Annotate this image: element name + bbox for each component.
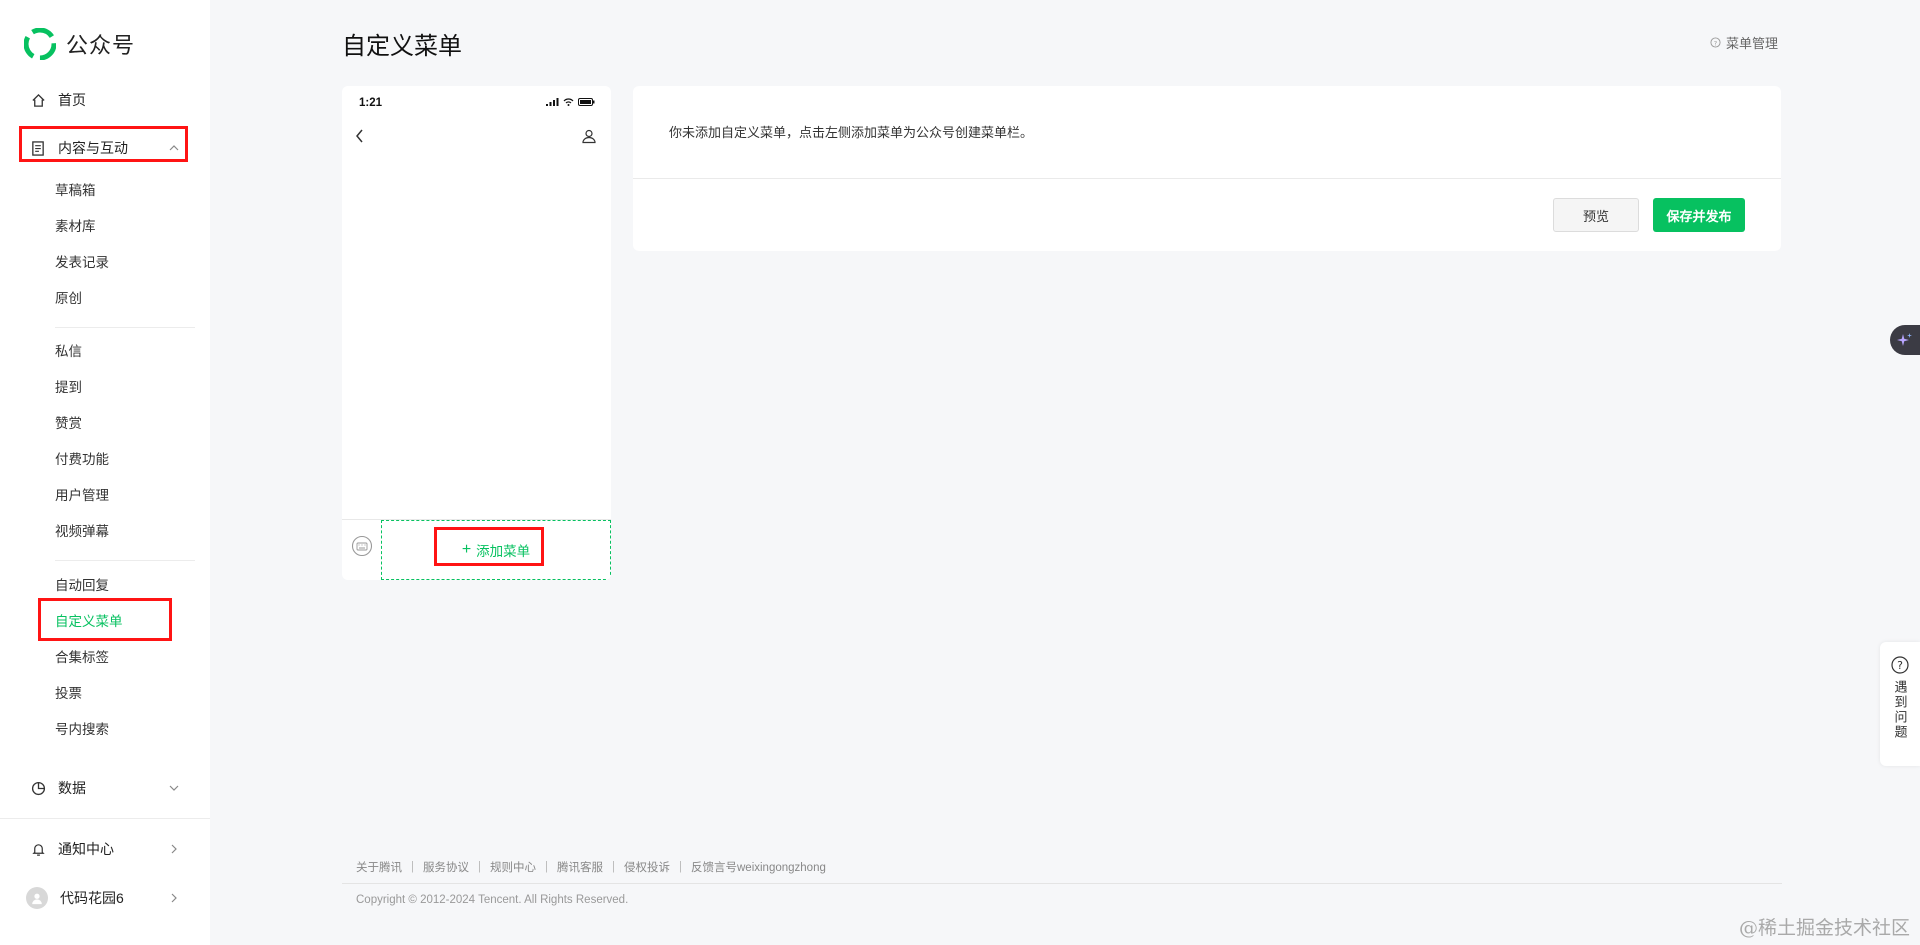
sidebar-subitem-paid[interactable]: 付费功能	[55, 449, 109, 471]
sparkle-icon	[1897, 333, 1912, 346]
sidebar-item-label: 数据	[58, 780, 86, 796]
sidebar-item-data[interactable]: 数据	[0, 770, 210, 806]
sidebar-item-label: 代码花园6	[60, 890, 124, 906]
sidebar-item-label: 首页	[58, 92, 86, 108]
sidebar-subitem-auto-reply[interactable]: 自动回复	[55, 575, 109, 597]
phone-preview: 1:21 + 添加菜单	[342, 86, 611, 580]
app-name: 公众号	[66, 33, 136, 58]
sidebar-subitem-users[interactable]: 用户管理	[55, 485, 109, 507]
divider	[55, 560, 195, 561]
preview-button[interactable]: 预览	[1553, 198, 1639, 232]
avatar	[26, 887, 48, 909]
sidebar-subitem-messages[interactable]: 私信	[55, 341, 82, 363]
footer-link-terms[interactable]: 服务协议	[423, 859, 469, 875]
ai-assistant-button[interactable]	[1890, 325, 1920, 355]
chevron-right-icon	[171, 844, 177, 854]
wechat-official-logo-icon	[24, 28, 56, 60]
menu-config-panel: 你未添加自定义菜单，点击左侧添加菜单为公众号创建菜单栏。 预览 保存并发布	[633, 86, 1781, 251]
keyboard-icon[interactable]	[351, 535, 373, 557]
question-circle-icon: ?	[1891, 656, 1909, 674]
user-profile-icon[interactable]	[581, 128, 597, 144]
sidebar-subitem-search[interactable]: 号内搜索	[55, 719, 109, 741]
sidebar-subitem-material[interactable]: 素材库	[55, 216, 96, 238]
chevron-down-icon	[169, 785, 179, 791]
phone-time: 1:21	[359, 97, 383, 109]
menu-management-label: 菜单管理	[1725, 36, 1778, 51]
watermark: @稀土掘金技术社区	[1738, 917, 1910, 939]
sidebar-subitem-custom-menu[interactable]: 自定义菜单	[55, 611, 123, 633]
footer-divider	[342, 883, 1782, 884]
phone-status-icons	[546, 98, 595, 106]
battery-icon	[578, 98, 595, 106]
sidebar-item-label: 通知中心	[58, 841, 114, 857]
divider	[633, 178, 1781, 179]
sidebar-item-content-interaction[interactable]: 内容与互动	[0, 130, 210, 166]
footer-link-feedback[interactable]: 反馈言号weixingongzhong	[691, 859, 826, 875]
signal-icon	[546, 98, 559, 106]
sidebar-subitem-mentions[interactable]: 提到	[55, 377, 82, 399]
footer-links: 关于腾讯 | 服务协议 | 规则中心 | 腾讯客服 | 侵权投诉 | 反馈言号weixin…	[356, 859, 826, 875]
empty-menu-message: 你未添加自定义菜单，点击左侧添加菜单为公众号创建菜单栏。	[669, 125, 1034, 140]
bell-icon	[30, 841, 46, 857]
sidebar-subitem-tags[interactable]: 合集标签	[55, 647, 109, 669]
sidebar-item-account[interactable]: 代码花园6	[0, 880, 210, 916]
svg-text:?: ?	[1897, 659, 1903, 672]
footer-link-support[interactable]: 腾讯客服	[557, 859, 603, 875]
add-menu-button[interactable]: + 添加菜单	[381, 520, 611, 580]
logo[interactable]: 公众号	[24, 28, 135, 60]
help-widget[interactable]: ? 遇到问题	[1880, 642, 1920, 766]
footer-link-infringement[interactable]: 侵权投诉	[624, 859, 670, 875]
copyright: Copyright © 2012-2024 Tencent. All Right…	[356, 894, 629, 906]
pie-chart-icon	[30, 780, 46, 796]
sidebar-subitem-publish-record[interactable]: 发表记录	[55, 252, 109, 274]
sidebar-subitem-danmaku[interactable]: 视频弹幕	[55, 521, 109, 543]
svg-text:?: ?	[1714, 39, 1717, 47]
sidebar: 公众号 首页 内容与互动 草稿箱 素材库 发表记录 原创 私信 提到 赞赏 付费…	[0, 0, 210, 945]
plus-icon: +	[461, 541, 472, 558]
sidebar-item-label: 内容与互动	[58, 140, 128, 156]
chevron-up-icon	[169, 145, 179, 151]
menu-management-link[interactable]: ? 菜单管理	[1710, 33, 1778, 52]
sidebar-subitem-rewards[interactable]: 赞赏	[55, 413, 82, 435]
divider	[0, 818, 210, 819]
back-arrow-icon[interactable]	[354, 128, 366, 144]
help-circle-icon: ?	[1710, 37, 1721, 48]
wifi-icon	[563, 98, 574, 106]
divider	[55, 327, 195, 328]
sidebar-subitem-vote[interactable]: 投票	[55, 683, 82, 705]
chevron-right-icon	[171, 893, 177, 903]
footer-link-rules[interactable]: 规则中心	[490, 859, 536, 875]
help-label: 遇到问题	[1892, 680, 1908, 740]
page-title: 自定义菜单	[342, 33, 462, 60]
add-menu-label: 添加菜单	[476, 544, 531, 559]
footer-link-about[interactable]: 关于腾讯	[356, 859, 402, 875]
sidebar-subitem-original[interactable]: 原创	[55, 288, 82, 310]
document-icon	[30, 140, 46, 156]
save-publish-button[interactable]: 保存并发布	[1653, 198, 1745, 232]
sidebar-subitem-drafts[interactable]: 草稿箱	[55, 180, 96, 202]
home-icon	[30, 92, 46, 108]
sidebar-item-notifications[interactable]: 通知中心	[0, 831, 210, 867]
sidebar-item-home[interactable]: 首页	[0, 82, 210, 118]
